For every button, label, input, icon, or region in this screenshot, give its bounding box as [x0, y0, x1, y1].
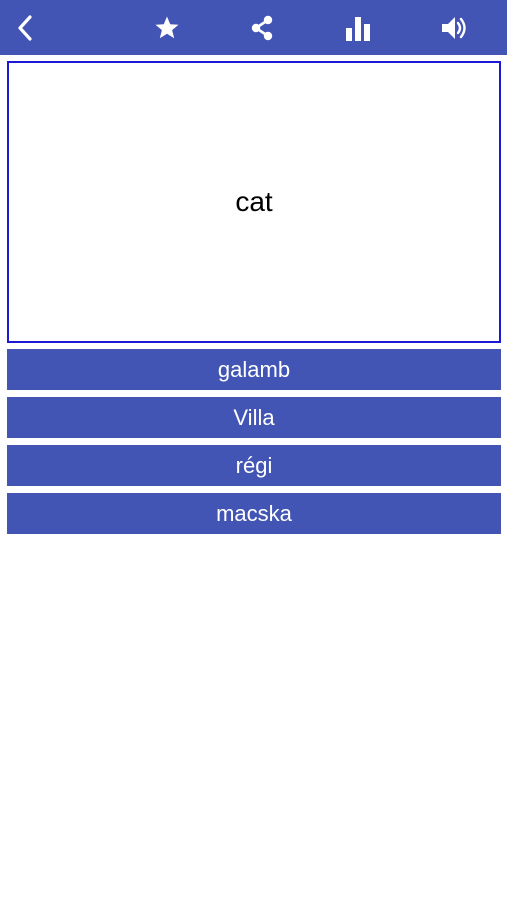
- sound-button[interactable]: [434, 0, 474, 55]
- back-button[interactable]: [8, 0, 42, 55]
- back-chevron-icon: [18, 14, 32, 41]
- answer-option-1[interactable]: galamb: [7, 349, 501, 390]
- star-icon: [155, 16, 179, 38]
- question-word: cat: [235, 186, 273, 217]
- favorite-button[interactable]: [148, 0, 186, 55]
- bar-chart-icon: [346, 16, 370, 41]
- answer-list: galamb Villa régi macska: [7, 349, 501, 541]
- quiz-screen: cat galamb Villa régi macska: [0, 0, 507, 900]
- answer-option-2[interactable]: Villa: [7, 397, 501, 438]
- question-card: cat: [7, 61, 501, 343]
- share-icon: [251, 15, 273, 40]
- speaker-icon: [442, 16, 466, 39]
- share-button[interactable]: [243, 0, 281, 55]
- statistics-button[interactable]: [338, 0, 378, 55]
- top-toolbar: [0, 0, 507, 55]
- answer-option-3[interactable]: régi: [7, 445, 501, 486]
- answer-option-4[interactable]: macska: [7, 493, 501, 534]
